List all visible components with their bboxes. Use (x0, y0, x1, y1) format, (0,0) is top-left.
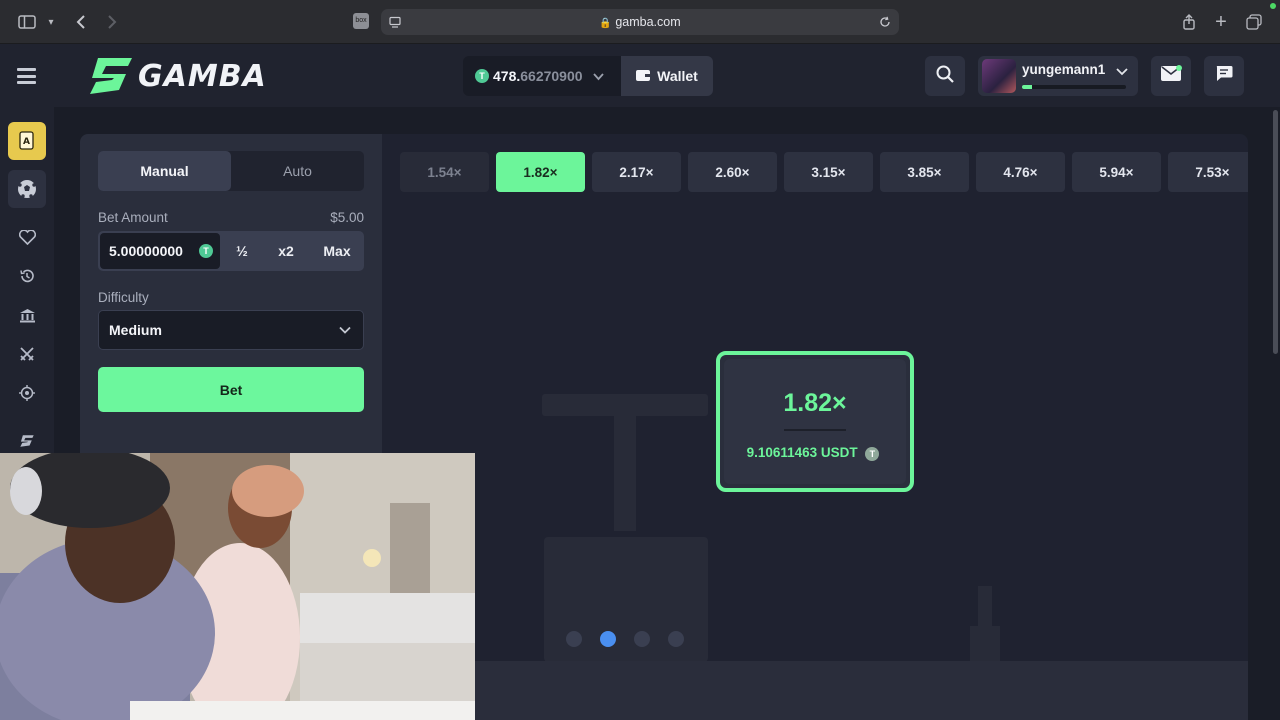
step-dot (668, 631, 684, 647)
gamba-logo[interactable]: GAMBA (88, 54, 267, 98)
status-dot (1270, 3, 1276, 9)
chevron-down-icon[interactable]: ▾ (41, 12, 61, 32)
multiplier-chip: 3.85× (880, 152, 969, 192)
scenery-pole (614, 416, 636, 531)
avatar (982, 59, 1016, 93)
history-icon[interactable] (8, 257, 46, 295)
webcam-image (0, 453, 475, 720)
forward-icon[interactable] (102, 12, 122, 32)
tab-favicon[interactable]: box (353, 13, 369, 29)
chat-button[interactable] (1204, 56, 1244, 96)
chat-icon (1215, 65, 1233, 87)
result-divider (784, 429, 846, 431)
lock-icon: 🔒 (599, 18, 612, 29)
bet-amount-usd: $5.00 (330, 210, 364, 225)
double-bet-button[interactable]: x2 (264, 231, 308, 271)
reload-icon[interactable] (875, 12, 895, 32)
tether-icon: T (199, 244, 213, 258)
tab-overview-icon[interactable] (1244, 12, 1264, 32)
chevron-down-icon (339, 323, 351, 335)
url-text: 🔒 gamba.com (599, 15, 681, 29)
xp-progress-bar (1022, 85, 1126, 89)
wallet-icon (636, 68, 651, 84)
search-icon (936, 65, 954, 88)
scenery-post-base (970, 626, 1000, 662)
multiplier-chip: 5.94× (1072, 152, 1161, 192)
bet-button[interactable]: Bet (98, 367, 364, 412)
new-tab-icon[interactable]: + (1211, 11, 1231, 33)
menu-icon[interactable] (17, 68, 36, 84)
multiplier-chip: 4.76× (976, 152, 1065, 192)
mode-tabs: Manual Auto (98, 151, 364, 191)
step-dot (634, 631, 650, 647)
tab-auto[interactable]: Auto (231, 151, 364, 191)
webcam-overlay (0, 453, 475, 720)
multiplier-chip: 1.54× (400, 152, 489, 192)
result-card: 1.82× 9.10611463 USDT T (716, 351, 914, 492)
site-header: GAMBA T 478. 66270900 Wallet yungemann1 (0, 44, 1280, 107)
swords-icon[interactable] (8, 335, 46, 373)
browser-toolbar: ▾ box 🔒 gamba.com + (0, 0, 1280, 44)
difficulty-label: Difficulty (98, 290, 149, 305)
heart-icon[interactable] (8, 218, 46, 256)
tab-manual[interactable]: Manual (98, 151, 231, 191)
notifications-button[interactable] (1151, 56, 1191, 96)
max-bet-button[interactable]: Max (310, 231, 364, 271)
tether-icon: T (865, 447, 880, 461)
multiplier-chip: 1.82× (496, 152, 585, 192)
multiplier-chip: 3.15× (784, 152, 873, 192)
scenery-bar (542, 394, 708, 416)
step-dot (600, 631, 616, 647)
step-dot (566, 631, 582, 647)
wallet-button[interactable]: Wallet (621, 56, 713, 96)
bet-amount-input[interactable]: 5.00000000 T (100, 233, 220, 269)
svg-text:A: A (23, 137, 30, 147)
bet-amount-label: Bet Amount (98, 210, 168, 225)
game-board: 1.54× 1.82× 2.17× 2.60× 3.15× 3.85× 4.76× 5.94×… (382, 134, 1248, 720)
target-icon[interactable] (8, 374, 46, 412)
result-payout: 9.10611463 USDT T (724, 445, 906, 461)
tether-icon: T (475, 69, 489, 83)
sidebar-toggle-icon[interactable] (17, 12, 37, 32)
share-icon[interactable] (1179, 12, 1199, 32)
step-indicator (566, 631, 684, 647)
difficulty-select[interactable]: Medium (98, 310, 364, 350)
user-menu[interactable]: yungemann1 (978, 56, 1138, 96)
balance-selector[interactable]: T 478. 66270900 (463, 56, 621, 96)
multiplier-chip: 7.53× (1168, 152, 1248, 192)
logo-mark-icon (90, 58, 132, 94)
address-bar[interactable]: 🔒 gamba.com (381, 9, 899, 35)
cards-icon[interactable]: A (8, 122, 46, 160)
multiplier-chip: 2.60× (688, 152, 777, 192)
multiplier-chip: 2.17× (592, 152, 681, 192)
search-button[interactable] (925, 56, 965, 96)
floor (382, 661, 1248, 720)
scenery-post (978, 586, 992, 626)
result-multiplier: 1.82× (783, 389, 847, 417)
bet-amount-row: 5.00000000 T ½ x2 Max (98, 231, 364, 271)
chevron-down-icon (592, 68, 604, 84)
half-bet-button[interactable]: ½ (222, 231, 262, 271)
casino-icon[interactable] (8, 296, 46, 334)
notification-dot (1176, 65, 1182, 71)
soccer-ball-icon[interactable] (8, 170, 46, 208)
page-scrollbar[interactable] (1273, 110, 1278, 354)
chevron-down-icon (1116, 65, 1128, 79)
back-icon[interactable] (71, 12, 91, 32)
